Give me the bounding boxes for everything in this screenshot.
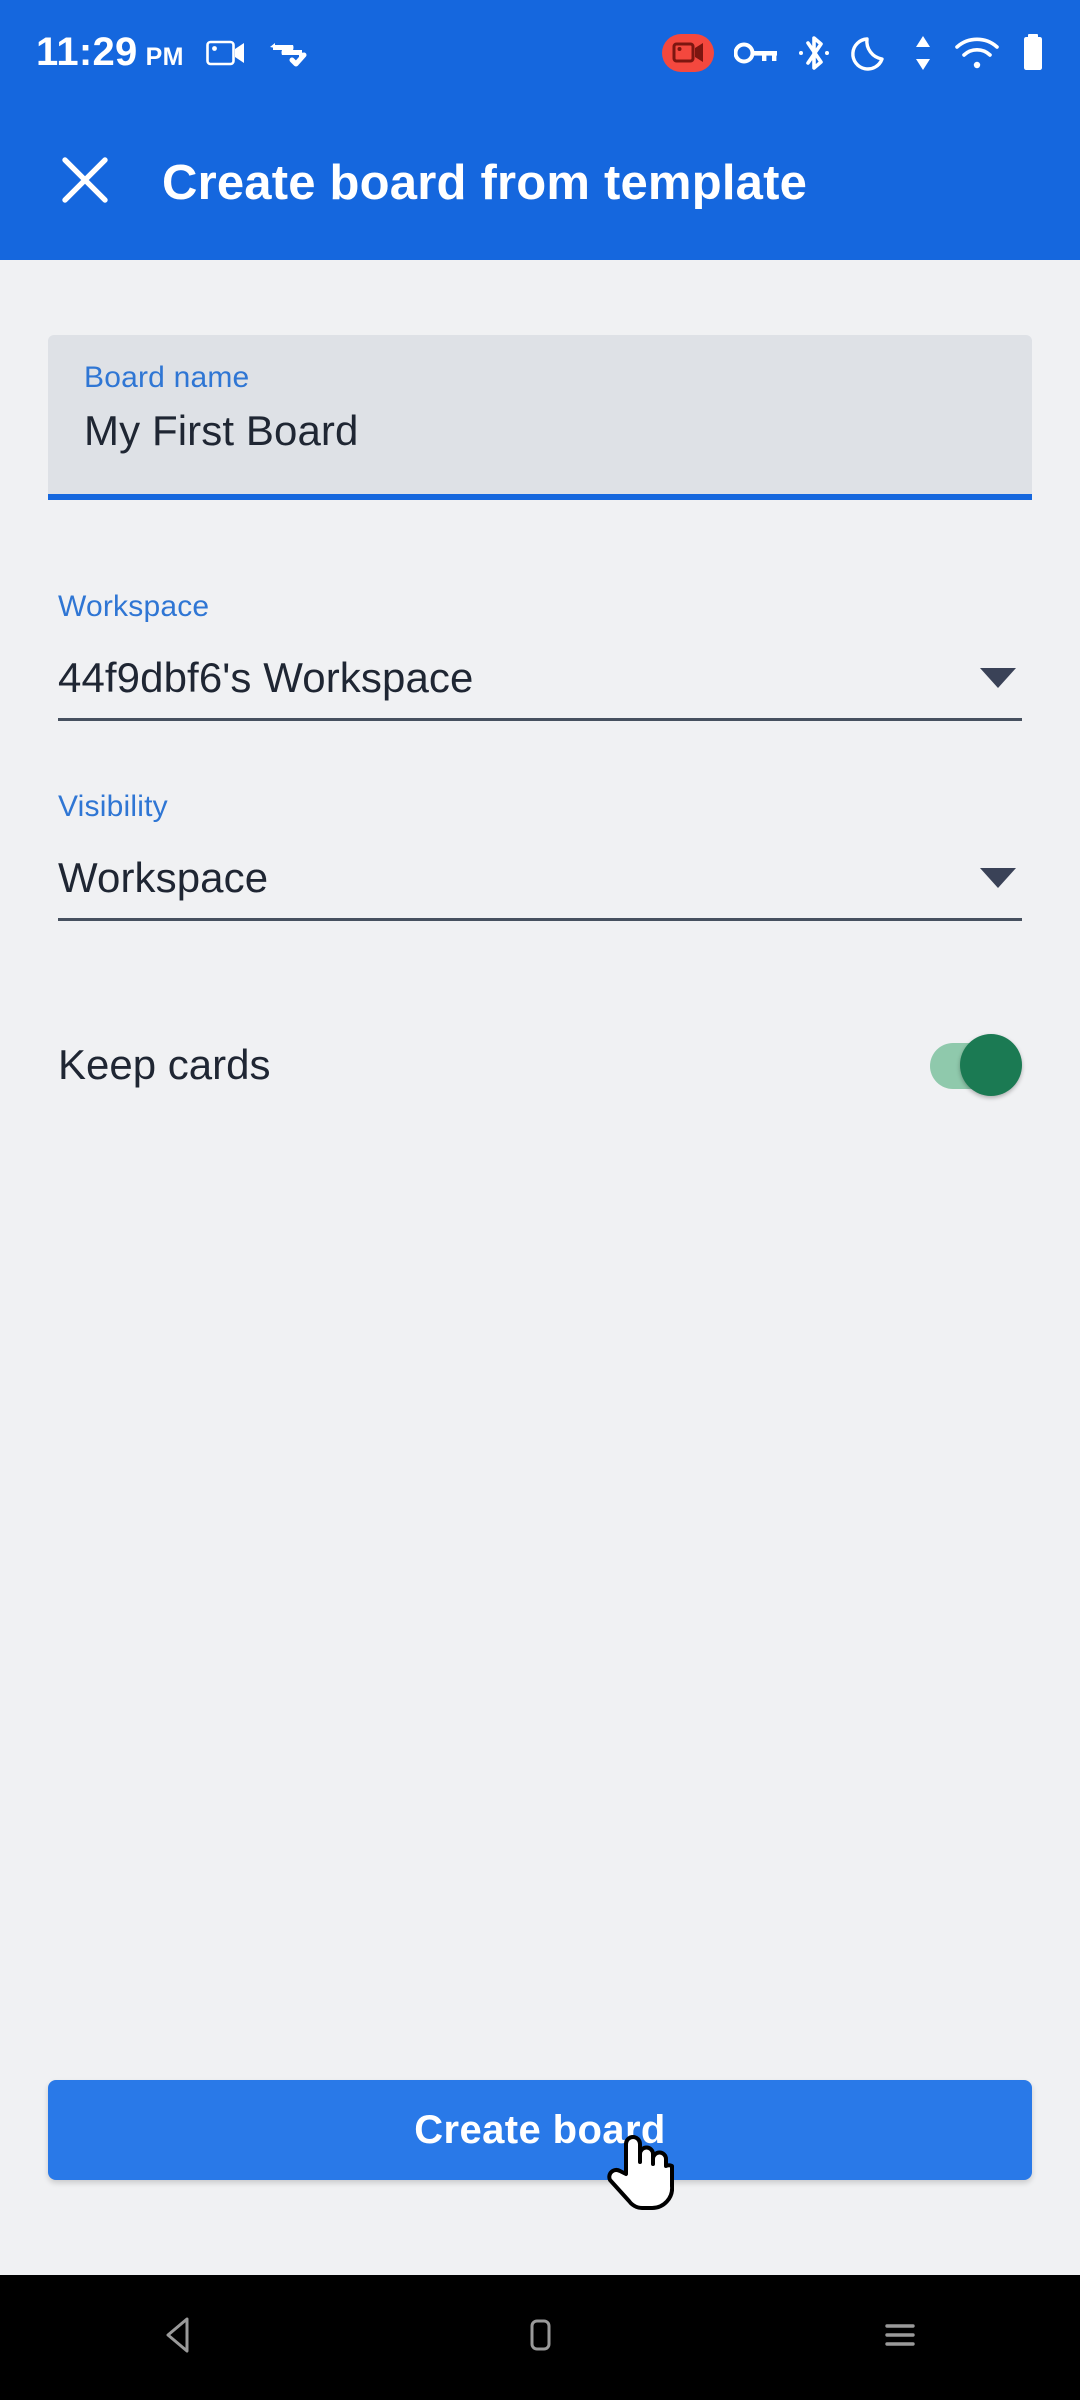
recents-button[interactable] xyxy=(825,2275,975,2400)
visibility-value: Workspace xyxy=(58,854,269,901)
android-nav-bar xyxy=(0,2275,1080,2400)
status-bar-right xyxy=(662,32,1046,74)
vpn-key-icon xyxy=(734,40,778,66)
screen-record-icon xyxy=(662,32,714,74)
phone-screen: 11:29 PM Create board from template Boar… xyxy=(0,0,1080,2400)
close-button[interactable] xyxy=(30,128,140,238)
hamburger-recents-icon xyxy=(877,2312,923,2363)
workspace-dropdown[interactable]: 44f9dbf6's Workspace xyxy=(58,654,1022,721)
status-bar-left: 11:29 PM xyxy=(36,30,308,75)
form-content: Board name My First Board Workspace 44f9… xyxy=(0,260,1080,2275)
wifi-icon xyxy=(954,35,1000,71)
visibility-field-group: Visibility Workspace xyxy=(58,790,1022,921)
rounded-square-home-icon xyxy=(517,2312,563,2363)
board-name-field[interactable]: Board name My First Board xyxy=(48,335,1032,500)
keep-cards-row[interactable]: Keep cards xyxy=(58,1020,1022,1110)
screen-cast-icon xyxy=(205,38,246,68)
chevron-down-icon xyxy=(980,668,1016,688)
board-name-label: Board name xyxy=(84,361,250,394)
page-title: Create board from template xyxy=(162,155,808,210)
toggle-thumb xyxy=(960,1034,1022,1096)
visibility-label: Visibility xyxy=(58,790,168,823)
sync-check-icon xyxy=(268,36,308,70)
status-bar-clock: 11:29 PM xyxy=(36,30,184,75)
clock-time: 11:29 xyxy=(36,30,138,74)
clock-ampm: PM xyxy=(145,43,184,71)
workspace-label: Workspace xyxy=(58,590,210,623)
create-board-label: Create board xyxy=(414,2107,666,2152)
bluetooth-icon xyxy=(798,32,830,74)
workspace-field-group: Workspace 44f9dbf6's Workspace xyxy=(58,590,1022,721)
chevron-down-icon xyxy=(980,868,1016,888)
data-transfer-icon xyxy=(912,32,934,74)
board-name-input[interactable]: My First Board xyxy=(84,407,996,455)
status-bar: 11:29 PM xyxy=(0,0,1080,105)
back-button[interactable] xyxy=(105,2275,255,2400)
battery-icon xyxy=(1020,32,1046,74)
home-button[interactable] xyxy=(465,2275,615,2400)
triangle-back-icon xyxy=(157,2312,203,2363)
keep-cards-toggle[interactable] xyxy=(930,1034,1022,1096)
app-bar: Create board from template xyxy=(0,105,1080,260)
keep-cards-label: Keep cards xyxy=(58,1041,271,1088)
close-icon xyxy=(58,153,112,212)
visibility-dropdown[interactable]: Workspace xyxy=(58,854,1022,921)
workspace-value: 44f9dbf6's Workspace xyxy=(58,654,474,701)
do-not-disturb-moon-icon xyxy=(850,32,892,74)
create-board-button[interactable]: Create board xyxy=(48,2080,1032,2180)
